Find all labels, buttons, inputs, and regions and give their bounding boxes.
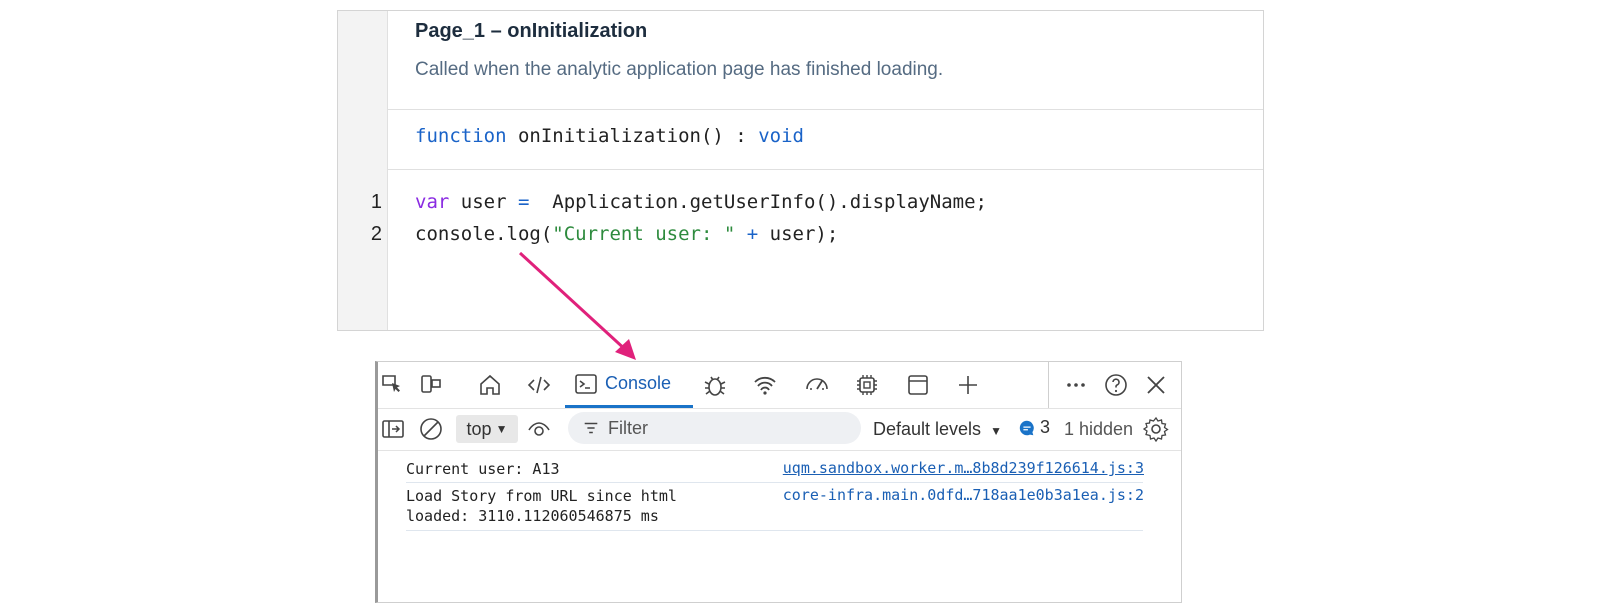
- devtools-panel: Console top ▼ Filter Default levels ▼ 3 …: [375, 361, 1182, 603]
- more-icon[interactable]: [1061, 370, 1091, 400]
- bug-icon[interactable]: [700, 370, 730, 400]
- application-icon[interactable]: [903, 370, 933, 400]
- tab-console[interactable]: Console: [565, 362, 693, 408]
- console-message: Current user: A13 uqm.sandbox.worker.m…8…: [406, 459, 1166, 481]
- code-text: user);: [769, 223, 839, 245]
- signature-keyword: function: [415, 125, 507, 147]
- context-selector[interactable]: top ▼: [456, 415, 518, 443]
- filter-icon: [582, 419, 600, 437]
- console-settings-gear-icon[interactable]: [1141, 414, 1171, 444]
- clear-console-icon[interactable]: [416, 414, 446, 444]
- dropdown-caret-icon: ▼: [990, 424, 1002, 438]
- signature-name: onInitialization() :: [506, 125, 759, 147]
- toolbar-separator: [1048, 362, 1049, 408]
- tab-console-label: Console: [605, 373, 672, 393]
- help-icon[interactable]: [1101, 370, 1131, 400]
- code-text: console.log(: [415, 223, 553, 245]
- event-title: Page_1 – onInitialization: [415, 20, 648, 42]
- console-message-source-link[interactable]: core-infra.main.0dfd…718aa1e0b3a1ea.js:2: [783, 486, 1144, 504]
- log-levels-dropdown[interactable]: Default levels ▼: [873, 419, 1002, 440]
- divider: [388, 109, 1263, 110]
- performance-icon[interactable]: [802, 370, 832, 400]
- console-icon: [573, 371, 599, 397]
- code-string: "Current user: ": [552, 223, 736, 245]
- memory-icon[interactable]: [852, 370, 882, 400]
- devtools-tabbar: Console: [378, 362, 1181, 409]
- divider: [388, 169, 1263, 170]
- code-keyword: var: [415, 191, 450, 213]
- event-description: Called when the analytic application pag…: [415, 59, 944, 80]
- console-message-text: Current user: A13: [406, 460, 560, 478]
- code-text: Application.getUserInfo().displayName;: [529, 191, 987, 213]
- code-line[interactable]: var user = Application.getUserInfo().dis…: [415, 191, 987, 213]
- script-editor: 1 2 Page_1 – onInitialization Called whe…: [337, 10, 1264, 331]
- context-label: top: [466, 418, 492, 439]
- live-expression-icon[interactable]: [524, 414, 554, 444]
- wifi-icon[interactable]: [750, 370, 780, 400]
- code-text: user: [449, 191, 518, 213]
- code-line[interactable]: console.log("Current user: " + user);: [415, 223, 838, 245]
- row-divider: [406, 482, 1143, 483]
- device-icon[interactable]: [416, 370, 446, 400]
- console-toolbar: top ▼ Filter Default levels ▼ 3 1 hidden: [378, 408, 1181, 451]
- console-message: Load Story from URL since html loaded: 3…: [406, 486, 1166, 528]
- line-number: 1: [370, 191, 382, 213]
- hidden-count: 1 hidden: [1064, 419, 1134, 439]
- filter-input[interactable]: Filter: [568, 412, 861, 444]
- plus-icon[interactable]: [953, 370, 983, 400]
- console-message-text: Load Story from URL since html loaded: 3…: [406, 487, 677, 525]
- signature-return-type: void: [758, 125, 804, 147]
- line-number: 2: [370, 223, 382, 245]
- function-signature: function onInitialization() : void: [415, 125, 804, 147]
- message-count-badge[interactable]: 3: [1018, 417, 1050, 438]
- elements-icon[interactable]: [524, 370, 554, 400]
- message-count: 3: [1040, 417, 1051, 437]
- inspect-icon[interactable]: [378, 370, 408, 400]
- filter-placeholder: Filter: [608, 417, 648, 438]
- code-operator: +: [735, 223, 770, 245]
- row-divider: [406, 530, 1143, 531]
- close-icon[interactable]: [1141, 370, 1171, 400]
- log-levels-label: Default levels: [873, 419, 982, 439]
- sidebar-toggle-icon[interactable]: [378, 414, 408, 444]
- dropdown-caret-icon: ▼: [495, 422, 508, 436]
- message-icon: [1018, 419, 1036, 437]
- home-icon[interactable]: [475, 370, 505, 400]
- code-operator: =: [517, 191, 530, 213]
- line-gutter: 1 2: [338, 11, 388, 330]
- console-message-source-link[interactable]: uqm.sandbox.worker.m…8b8d239f126614.js:3: [783, 459, 1144, 477]
